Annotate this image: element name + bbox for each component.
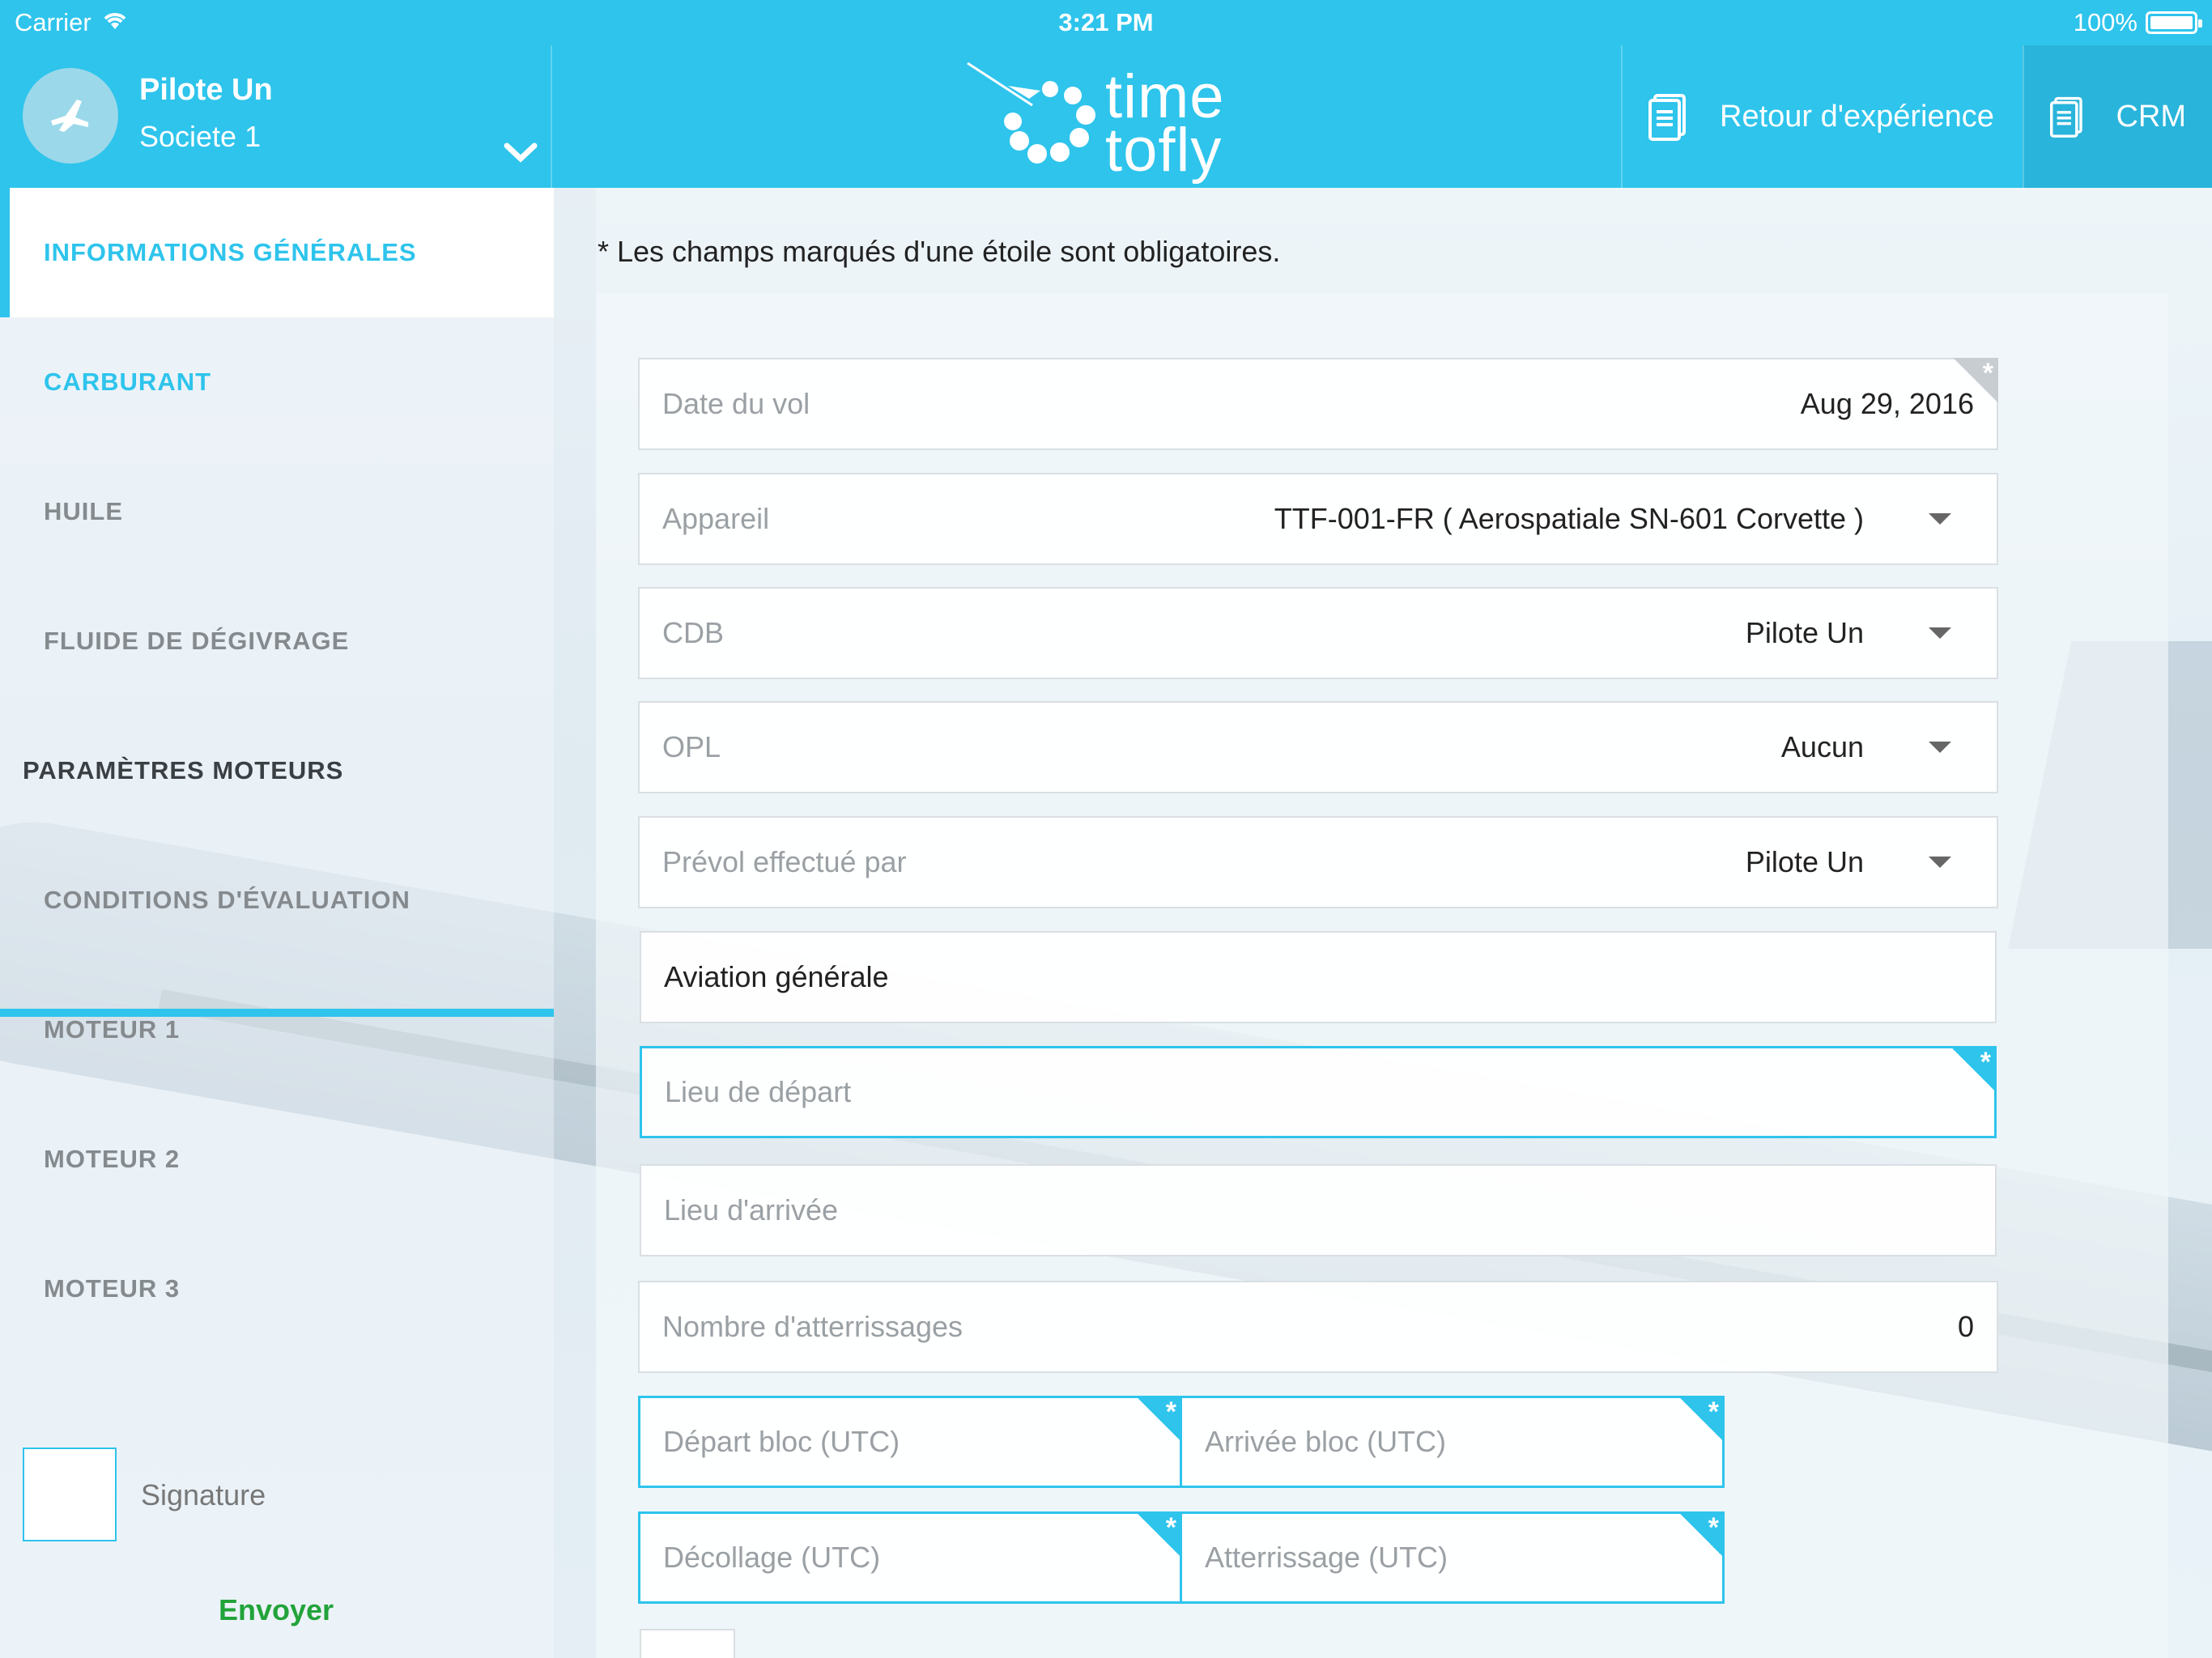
arrival-place-input[interactable]: Lieu d'arrivée xyxy=(640,1164,1997,1256)
dropdown-arrow-icon xyxy=(1929,513,1951,525)
company-name: Societe 1 xyxy=(139,120,262,153)
required-mark: * xyxy=(1165,1512,1176,1543)
landings-label: Nombre d'atterrissages xyxy=(662,1310,963,1343)
status-left: Carrier xyxy=(15,8,129,37)
status-bar: Carrier 3:21 PM 100% xyxy=(0,0,2212,45)
sidebar-item-label: PARAMÈTRES MOTEURS xyxy=(23,756,344,784)
sidebar-item-conditions-evaluation[interactable]: CONDITIONS D'ÉVALUATION xyxy=(0,835,554,965)
flight-date-value: Aug 29, 2016 xyxy=(1800,387,1974,420)
required-corner: * xyxy=(1953,358,1998,403)
status-right: 100% xyxy=(2073,8,2202,37)
block-arrival-input[interactable]: Arrivée bloc (UTC) * xyxy=(1180,1396,1725,1488)
required-fields-note: * Les champs marqués d'une étoile sont o… xyxy=(598,235,1281,268)
avatar xyxy=(23,68,118,164)
block-departure-input[interactable]: Départ bloc (UTC) * xyxy=(638,1396,1182,1488)
dropdown-arrow-icon xyxy=(1929,742,1951,753)
preflight-value: Pilote Un xyxy=(1745,845,1864,878)
airplane-icon xyxy=(51,100,88,132)
landing-time-input[interactable]: Atterrissage (UTC) * xyxy=(1180,1511,1725,1604)
sidebar: INFORMATIONS GÉNÉRALES CARBURANT HUILE F… xyxy=(0,188,554,1658)
sidebar-item-label: INFORMATIONS GÉNÉRALES xyxy=(44,238,417,266)
sidebar-item-label: MOTEUR 3 xyxy=(44,1274,181,1303)
document-icon xyxy=(1648,94,1686,141)
battery-percent: 100% xyxy=(2073,8,2138,36)
signature-label: Signature xyxy=(141,1478,266,1511)
sidebar-item-label: FLUIDE DE DÉGIVRAGE xyxy=(44,627,350,655)
document-icon xyxy=(2050,96,2082,138)
sidebar-item-carburant[interactable]: CARBURANT xyxy=(0,317,554,447)
flight-category-field[interactable]: Aviation générale xyxy=(640,931,1997,1023)
aircraft-select[interactable]: Appareil TTF-001-FR ( Aerospatiale SN-60… xyxy=(638,473,1998,565)
required-corner: * xyxy=(1950,1047,1996,1092)
opl-select[interactable]: OPL Aucun xyxy=(638,701,1998,793)
sidebar-item-fluide-degivrage[interactable]: FLUIDE DE DÉGIVRAGE xyxy=(0,576,554,706)
takeoff-placeholder: Décollage (UTC) xyxy=(663,1541,881,1574)
departure-place-input[interactable]: Lieu de départ * xyxy=(640,1046,1997,1138)
required-corner: * xyxy=(1678,1512,1724,1558)
wifi-icon xyxy=(101,8,129,37)
preflight-select[interactable]: Prévol effectué par Pilote Un xyxy=(638,816,1998,908)
aircraft-label: Appareil xyxy=(662,502,770,535)
chevron-down-icon[interactable] xyxy=(504,141,538,165)
flight-date-field[interactable]: Date du vol Aug 29, 2016 * xyxy=(638,358,1998,450)
flight-category-value: Aviation générale xyxy=(664,960,889,993)
sidebar-item-label: CARBURANT xyxy=(44,368,212,396)
preflight-label: Prévol effectué par xyxy=(662,845,907,878)
partial-field-box[interactable] xyxy=(640,1629,735,1658)
retex-button[interactable]: Retour d'expérience xyxy=(1621,45,2023,188)
cdb-select[interactable]: CDB Pilote Un xyxy=(638,587,1998,679)
landing-placeholder: Atterrissage (UTC) xyxy=(1205,1541,1448,1574)
block-departure-placeholder: Départ bloc (UTC) xyxy=(663,1425,900,1458)
content-gutter xyxy=(554,188,596,1658)
logo-mark-icon xyxy=(967,62,1095,164)
landings-count-field[interactable]: Nombre d'atterrissages 0 xyxy=(638,1281,1998,1373)
block-arrival-placeholder: Arrivée bloc (UTC) xyxy=(1205,1425,1447,1458)
sidebar-item-label: MOTEUR 2 xyxy=(44,1145,181,1173)
profile-selector[interactable]: Pilote Un Societe 1 xyxy=(0,45,552,188)
dropdown-arrow-icon xyxy=(1929,627,1951,639)
aircraft-value: TTF-001-FR ( Aerospatiale SN-601 Corvett… xyxy=(1274,502,1864,535)
logo-text-line2: tofly xyxy=(1105,116,1223,185)
required-corner: * xyxy=(1678,1397,1724,1442)
crm-button[interactable]: CRM xyxy=(2023,45,2212,188)
cdb-value: Pilote Un xyxy=(1745,616,1864,649)
app-header: Pilote Un Societe 1 time tofly Retour d'… xyxy=(0,45,2212,188)
sidebar-item-moteur-3[interactable]: MOTEUR 3 xyxy=(0,1224,554,1354)
flight-date-label: Date du vol xyxy=(662,387,810,420)
landings-value: 0 xyxy=(1957,1310,1974,1343)
timetofly-logo: time tofly xyxy=(959,53,1267,185)
required-mark: * xyxy=(1708,1397,1719,1427)
required-mark: * xyxy=(1982,358,1993,389)
sidebar-item-moteur-2[interactable]: MOTEUR 2 xyxy=(0,1095,554,1224)
departure-place-placeholder: Lieu de départ xyxy=(665,1075,852,1108)
opl-label: OPL xyxy=(662,730,721,763)
user-name: Pilote Un xyxy=(139,73,273,107)
required-mark: * xyxy=(1708,1512,1719,1543)
opl-value: Aucun xyxy=(1780,730,1864,763)
crm-label: CRM xyxy=(2116,99,2186,134)
sidebar-item-label: HUILE xyxy=(44,497,123,525)
sidebar-item-parametres-moteurs[interactable]: PARAMÈTRES MOTEURS xyxy=(0,706,554,835)
status-time: 3:21 PM xyxy=(1058,8,1154,36)
takeoff-time-input[interactable]: Décollage (UTC) * xyxy=(638,1511,1182,1604)
sidebar-item-huile[interactable]: HUILE xyxy=(0,447,554,576)
required-corner: * xyxy=(1136,1397,1181,1442)
arrival-place-placeholder: Lieu d'arrivée xyxy=(664,1193,838,1226)
retex-label: Retour d'expérience xyxy=(1720,99,1994,134)
required-corner: * xyxy=(1136,1512,1181,1558)
required-mark: * xyxy=(1165,1397,1176,1427)
signature-checkbox[interactable] xyxy=(23,1448,117,1541)
carrier-label: Carrier xyxy=(15,8,91,36)
dropdown-arrow-icon xyxy=(1929,857,1951,868)
battery-icon xyxy=(2146,11,2202,34)
cdb-label: CDB xyxy=(662,616,725,649)
sidebar-item-informations-generales[interactable]: INFORMATIONS GÉNÉRALES xyxy=(0,188,554,317)
sidebar-item-moteur-1[interactable]: MOTEUR 1 xyxy=(0,965,554,1095)
send-button[interactable]: Envoyer xyxy=(219,1593,334,1627)
required-mark: * xyxy=(1980,1047,1991,1078)
sidebar-item-label: CONDITIONS D'ÉVALUATION xyxy=(44,886,410,914)
sidebar-item-label: MOTEUR 1 xyxy=(44,1015,181,1044)
